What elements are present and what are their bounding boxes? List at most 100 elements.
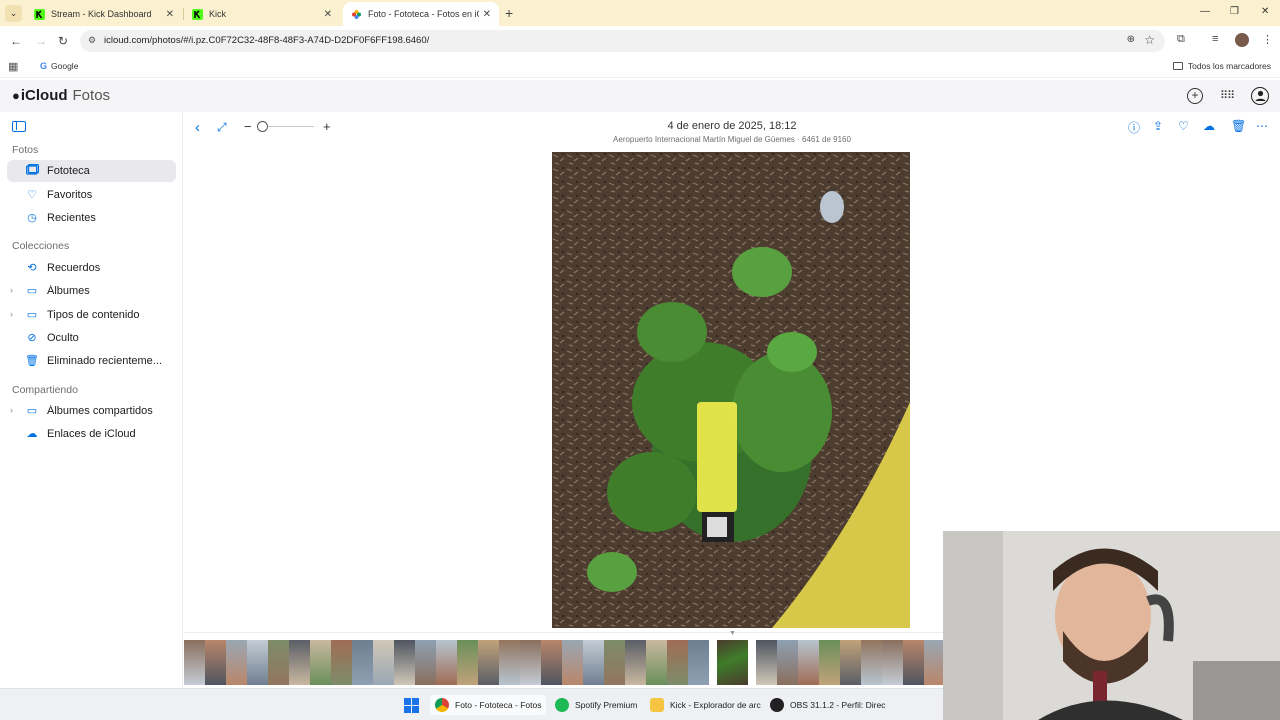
filmstrip-thumbnail[interactable]: [840, 640, 861, 685]
filmstrip-thumbnail-current[interactable]: [717, 640, 748, 685]
sidebar-item-enlaces-icloud[interactable]: ☁ Enlaces de iCloud: [7, 423, 176, 445]
filmstrip-thumbnail[interactable]: [289, 640, 310, 685]
profile-avatar[interactable]: [1235, 33, 1249, 47]
taskbar-item-explorer[interactable]: Kick - Explorador de arc: [645, 695, 766, 715]
zoom-icon[interactable]: ⊕: [1127, 34, 1135, 45]
windows-start-icon[interactable]: [404, 698, 419, 713]
bookmark-label: Google: [51, 61, 79, 71]
heart-icon: ♡: [27, 189, 37, 201]
sidebar-item-albumes[interactable]: › ▭ Álbumes: [7, 280, 176, 302]
favorite-heart-icon[interactable]: ♡: [1178, 119, 1189, 133]
address-bar[interactable]: ⚙ icloud.com/photos/#/i.pz.C0F72C32-48F8…: [80, 30, 1165, 52]
filmstrip-thumbnail[interactable]: [457, 640, 478, 685]
site-info-icon[interactable]: ⚙: [88, 35, 96, 46]
sidebar-item-recuerdos[interactable]: ⟲ Recuerdos: [7, 257, 176, 279]
sidebar-item-tipos-de-contenido[interactable]: › ▭ Tipos de contenido: [7, 304, 176, 326]
sidebar-item-favoritos[interactable]: ♡ Favoritos: [7, 184, 176, 206]
minimize-icon[interactable]: —: [1200, 6, 1210, 17]
extensions-icon[interactable]: ⧉: [1177, 33, 1185, 46]
media-controls-icon[interactable]: ≡: [1212, 33, 1218, 45]
filmstrip-thumbnail[interactable]: [268, 640, 289, 685]
close-tab-icon[interactable]: ✕: [166, 9, 174, 20]
filmstrip-thumbnail[interactable]: [394, 640, 415, 685]
tab-kick-dashboard[interactable]: Stream - Kick Dashboard ✕: [26, 2, 182, 26]
filmstrip-thumbnail[interactable]: [499, 640, 520, 685]
filmstrip-thumbnail[interactable]: [667, 640, 688, 685]
back-arrow-icon[interactable]: ←: [10, 34, 22, 48]
filmstrip-thumbnail[interactable]: [415, 640, 436, 685]
sidebar-item-eliminado[interactable]: 🗑 Eliminado recienteme...: [7, 350, 176, 372]
sidebar-item-label: Favoritos: [47, 189, 93, 201]
icloud-photos-icon: [352, 9, 361, 19]
chrome-menu-icon[interactable]: ⋮: [1262, 33, 1273, 46]
filmstrip-thumbnail[interactable]: [924, 640, 944, 685]
filmstrip-thumbnail[interactable]: [819, 640, 840, 685]
filmstrip-thumbnail[interactable]: [777, 640, 798, 685]
chevron-right-icon[interactable]: ›: [10, 309, 13, 319]
tab-search-chevron-icon[interactable]: ⌄: [5, 5, 22, 22]
filmstrip-thumbnail[interactable]: [562, 640, 583, 685]
add-icon[interactable]: +: [1187, 88, 1203, 104]
download-icon[interactable]: ☁: [1203, 119, 1215, 133]
sidebar-toggle-icon[interactable]: [12, 121, 26, 132]
tab-icloud-photos[interactable]: Foto - Fototeca - Fotos en iClo ✕: [343, 2, 499, 26]
icloud-brand[interactable]: ● iCloud Fotos: [12, 87, 110, 104]
taskbar-item-spotify[interactable]: Spotify Premium: [550, 695, 642, 715]
filmstrip-thumbnail[interactable]: [583, 640, 604, 685]
close-tab-icon[interactable]: ✕: [324, 9, 332, 20]
sidebar-item-label: Recientes: [47, 212, 96, 224]
filmstrip-thumbnail[interactable]: [520, 640, 541, 685]
filmstrip-thumbnail[interactable]: [541, 640, 562, 685]
sidebar-item-fototeca[interactable]: Fototeca: [7, 160, 176, 182]
filmstrip-thumbnail[interactable]: [478, 640, 499, 685]
filmstrip-thumbnail[interactable]: [373, 640, 394, 685]
taskbar-item-obs[interactable]: OBS 31.1.2 - Perfil: Direc: [765, 695, 890, 715]
filmstrip-thumbnail[interactable]: [604, 640, 625, 685]
close-window-icon[interactable]: ✕: [1261, 6, 1269, 17]
brand-fotos: Fotos: [72, 87, 111, 104]
reload-icon[interactable]: ↻: [58, 34, 68, 48]
google-icon: G: [40, 61, 48, 71]
filmstrip-thumbnail[interactable]: [310, 640, 331, 685]
bookmark-star-icon[interactable]: ☆: [1144, 33, 1155, 47]
restore-icon[interactable]: ❐: [1230, 6, 1239, 17]
info-icon[interactable]: ⓘ: [1128, 119, 1140, 136]
sidebar-item-recientes[interactable]: ◷ Recientes: [7, 207, 176, 229]
delete-trash-icon[interactable]: 🗑: [1231, 119, 1246, 133]
filmstrip-thumbnail[interactable]: [756, 640, 777, 685]
filmstrip-thumbnail[interactable]: [798, 640, 819, 685]
filmstrip-thumbnail[interactable]: [646, 640, 667, 685]
close-tab-icon[interactable]: ✕: [483, 9, 491, 20]
new-tab-button[interactable]: +: [505, 5, 513, 21]
bookmark-google[interactable]: G Google: [40, 61, 78, 71]
chevron-right-icon[interactable]: ›: [10, 285, 13, 295]
filmstrip[interactable]: [184, 640, 944, 685]
filmstrip-thumbnail[interactable]: [903, 640, 924, 685]
app-launcher-icon[interactable]: ⠿⠿: [1219, 88, 1235, 104]
account-icon[interactable]: [1251, 87, 1269, 105]
more-options-icon[interactable]: ⋯: [1256, 119, 1268, 133]
filmstrip-thumbnail[interactable]: [184, 640, 205, 685]
share-icon[interactable]: ⇪: [1153, 119, 1163, 133]
trash-icon: 🗑: [25, 355, 39, 367]
filmstrip-thumbnail[interactable]: [331, 640, 352, 685]
taskbar-item-chrome[interactable]: Foto - Fototeca - Fotos: [430, 695, 547, 715]
all-bookmarks[interactable]: Todos los marcadores: [1172, 61, 1271, 71]
apps-grid-icon[interactable]: ▦: [8, 60, 18, 73]
filmstrip-thumbnail[interactable]: [625, 640, 646, 685]
photo-library-icon: [25, 164, 39, 178]
filmstrip-thumbnail[interactable]: [247, 640, 268, 685]
filmstrip-thumbnail[interactable]: [226, 640, 247, 685]
forward-arrow-icon[interactable]: →: [35, 34, 47, 48]
filmstrip-thumbnail[interactable]: [688, 640, 709, 685]
sidebar-item-albumes-compartidos[interactable]: › ▭ Álbumes compartidos: [7, 400, 176, 422]
filmstrip-thumbnail[interactable]: [205, 640, 226, 685]
sidebar-item-oculto[interactable]: ⊘ Oculto: [7, 327, 176, 349]
chevron-right-icon[interactable]: ›: [10, 405, 13, 415]
filmstrip-thumbnail[interactable]: [861, 640, 882, 685]
tab-kick[interactable]: Kick ✕: [184, 2, 340, 26]
filmstrip-thumbnail[interactable]: [436, 640, 457, 685]
photo-lighter-on-ground[interactable]: [552, 152, 910, 628]
filmstrip-thumbnail[interactable]: [882, 640, 903, 685]
filmstrip-thumbnail[interactable]: [352, 640, 373, 685]
